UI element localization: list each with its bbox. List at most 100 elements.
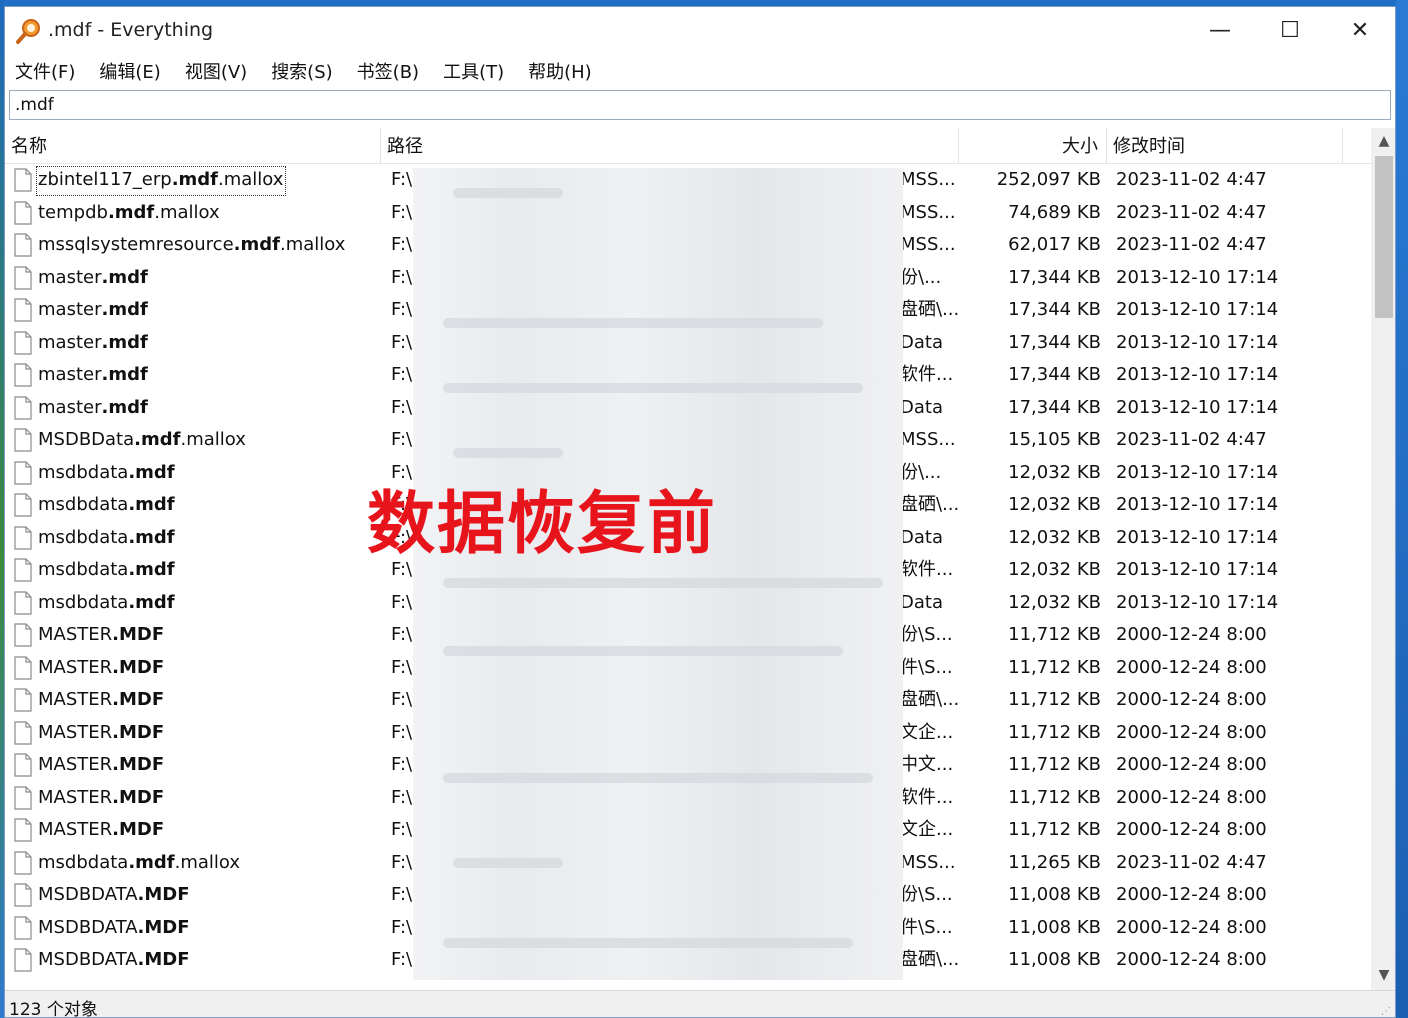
file-name-match: .mdf	[128, 851, 175, 873]
file-name-match: .MDF	[137, 916, 190, 938]
path-tail: Data	[900, 526, 943, 548]
menu-bookmarks[interactable]: 书签(B)	[355, 56, 421, 86]
path-tail: 份\...	[900, 266, 942, 288]
file-size: 11,712 KB	[1008, 656, 1101, 678]
file-name-match: .mdf	[101, 364, 148, 385]
desktop-background-right	[1396, 0, 1408, 1018]
path-tail: 软件...	[900, 786, 954, 808]
file-name: msdbdata.mdf	[38, 554, 378, 586]
file-size: 62,017 KB	[1008, 234, 1101, 255]
file-name-match: .mdf	[134, 429, 181, 450]
file-modified: 2023-11-02 4:47	[1116, 201, 1267, 223]
file-name-base: MASTER	[38, 689, 113, 710]
file-icon	[14, 265, 32, 290]
close-button[interactable]: ✕	[1325, 7, 1395, 53]
path-tail: 盘硒\...	[900, 299, 960, 320]
file-name-match: .MDF	[112, 624, 165, 645]
menu-search[interactable]: 搜索(S)	[269, 56, 334, 86]
scroll-thumb[interactable]	[1375, 156, 1393, 318]
file-name-suffix: .mallox	[218, 169, 284, 190]
path-tail: 文企...	[900, 819, 954, 840]
file-name-match: .mdf	[101, 299, 148, 320]
menu-file[interactable]: 文件(F)	[13, 56, 77, 86]
file-name-base: MASTER	[38, 721, 113, 743]
file-name-match: .mdf	[128, 591, 175, 613]
minimize-icon: —	[1209, 17, 1231, 43]
file-name-base: master	[38, 364, 102, 385]
maximize-button[interactable]: ☐	[1255, 7, 1325, 53]
redacted-line	[443, 578, 883, 588]
file-name: mssqlsystemresource.mdf.mallox	[38, 229, 378, 261]
menu-edit[interactable]: 编辑(E)	[97, 56, 162, 86]
file-name-base: tempdb	[38, 201, 108, 223]
file-size: 12,032 KB	[1008, 559, 1101, 580]
file-modified: 2023-11-02 4:47	[1116, 169, 1267, 190]
file-icon	[14, 298, 32, 322]
file-modified: 2013-12-10 17:14	[1116, 559, 1279, 580]
file-size: 11,712 KB	[1008, 689, 1101, 710]
path-tail: MSS...	[900, 169, 956, 190]
column-header-path[interactable]: 路径	[381, 128, 959, 164]
file-modified: 2013-12-10 17:14	[1116, 396, 1279, 418]
file-icon	[14, 688, 32, 712]
file-size: 252,097 KB	[996, 169, 1101, 190]
file-size: 74,689 KB	[1008, 201, 1101, 223]
menu-tools[interactable]: 工具(T)	[441, 56, 506, 86]
file-icon	[14, 525, 32, 550]
column-header-name[interactable]: 名称	[5, 128, 381, 164]
scroll-up-arrow-icon[interactable]: ▲	[1371, 128, 1395, 154]
column-header-size[interactable]: ⌄ 大小	[959, 128, 1107, 164]
file-name-base: MASTER	[38, 754, 113, 775]
file-name-match: .MDF	[112, 656, 165, 678]
file-name-match: .mdf	[128, 494, 175, 515]
file-size: 11,712 KB	[1008, 754, 1101, 775]
title-bar[interactable]: .mdf - Everything — ☐ ✕	[5, 7, 1395, 55]
path-tail: 软件...	[900, 559, 954, 580]
search-input[interactable]	[10, 91, 1390, 119]
column-header-modified[interactable]: 修改时间	[1107, 128, 1343, 164]
file-name-suffix: .mallox	[154, 201, 220, 223]
file-size: 11,712 KB	[1008, 624, 1101, 645]
file-modified: 2000-12-24 8:00	[1116, 949, 1267, 970]
file-modified: 2000-12-24 8:00	[1116, 656, 1267, 678]
vertical-scrollbar[interactable]: ▲ ▼	[1371, 128, 1395, 990]
file-size: 11,712 KB	[1008, 786, 1101, 808]
file-size: 17,344 KB	[1008, 299, 1101, 320]
close-icon: ✕	[1350, 17, 1370, 43]
redacted-line	[453, 858, 563, 868]
file-name-base: mssqlsystemresource	[38, 234, 234, 255]
file-name-suffix: .mallox	[279, 234, 346, 255]
redacted-line	[443, 646, 843, 656]
redacted-path-area	[413, 168, 903, 980]
file-name: msdbdata.mdf	[38, 587, 378, 619]
everything-window: .mdf - Everything — ☐ ✕ 文件(F) 编辑(E) 视图(V…	[4, 6, 1396, 1018]
file-name: MASTER.MDF	[38, 814, 378, 846]
minimize-button[interactable]: —	[1185, 7, 1255, 53]
file-name: master.mdf	[38, 327, 378, 359]
menu-help[interactable]: 帮助(H)	[526, 56, 594, 86]
file-modified: 2013-12-10 17:14	[1116, 266, 1279, 288]
path-tail: 份\S...	[900, 624, 953, 645]
file-modified: 2000-12-24 8:00	[1116, 884, 1267, 905]
file-name: MASTER.MDF	[38, 782, 378, 814]
file-size: 11,265 KB	[1008, 851, 1101, 873]
file-name: master.mdf	[38, 359, 378, 391]
file-icon	[14, 200, 32, 225]
path-tail: 盘硒\...	[900, 949, 960, 970]
column-header: 名称 路径 ⌄ 大小 修改时间	[5, 128, 1371, 164]
path-tail: MSS...	[900, 429, 956, 450]
file-name-match: .MDF	[112, 721, 165, 743]
file-modified: 2000-12-24 8:00	[1116, 916, 1267, 938]
file-name-match: .mdf	[233, 234, 280, 255]
scroll-down-arrow-icon[interactable]: ▼	[1371, 962, 1395, 988]
resize-grip-icon[interactable]: ⋰	[1381, 1006, 1391, 1017]
search-magnifier-icon	[16, 19, 40, 44]
file-name-base: msdbdata	[38, 461, 129, 483]
file-icon	[14, 493, 32, 517]
file-name: msdbdata.mdf	[38, 457, 378, 489]
path-tail: MSS...	[900, 851, 956, 873]
redacted-line	[453, 188, 563, 198]
file-name: msdbdata.mdf	[38, 489, 378, 521]
path-tail: Data	[900, 331, 943, 353]
menu-view[interactable]: 视图(V)	[183, 56, 249, 86]
